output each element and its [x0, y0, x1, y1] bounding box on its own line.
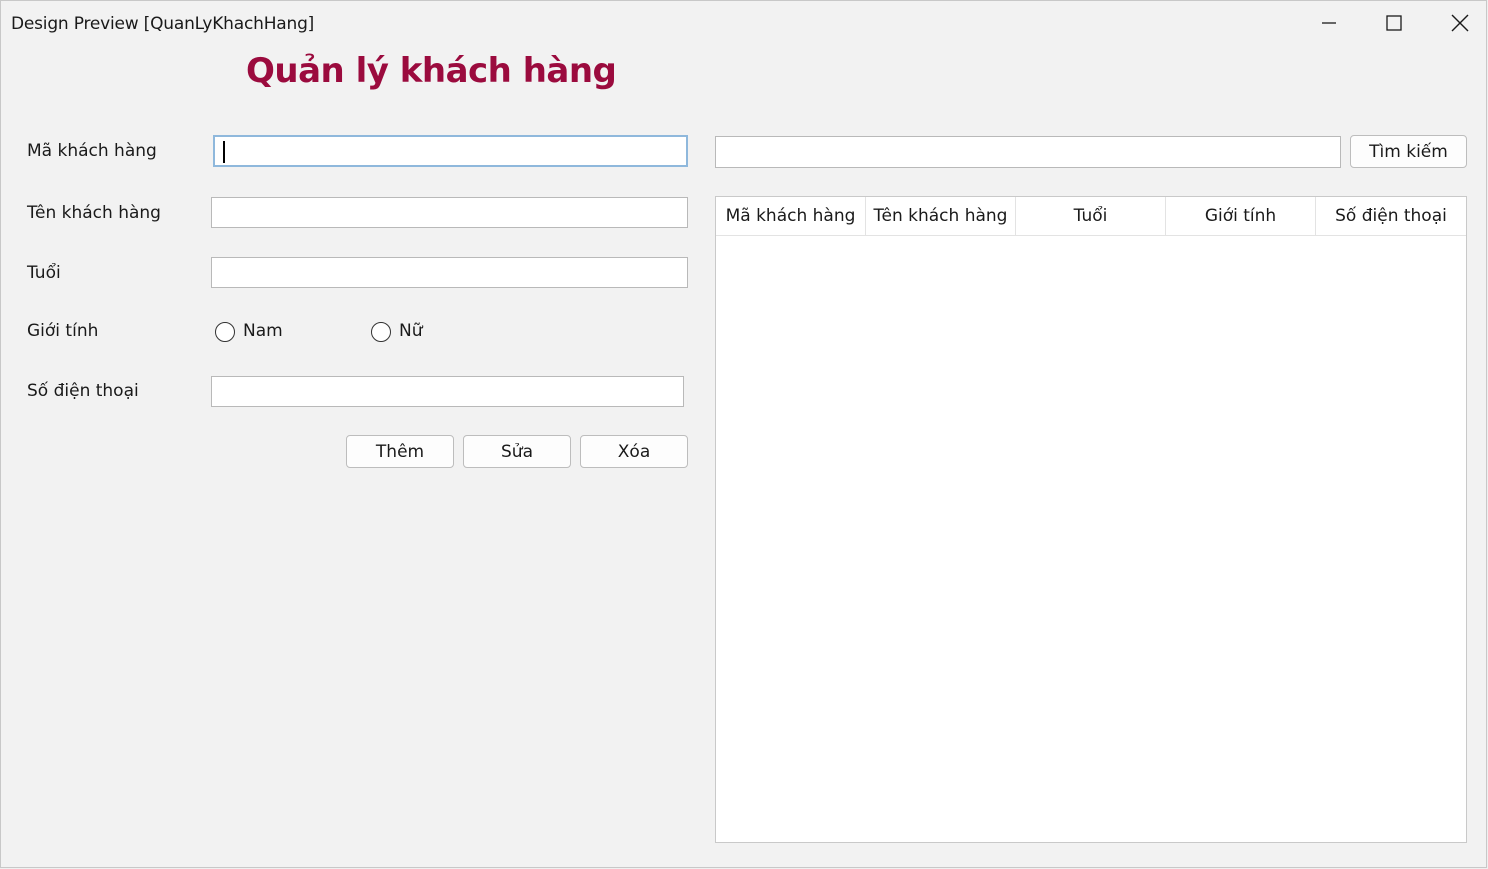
page-title: Quản lý khách hàng [246, 51, 617, 91]
tuoi-input[interactable] [211, 257, 688, 288]
so-dien-thoai-label: Số điện thoại [27, 381, 139, 401]
ten-khach-hang-label: Tên khách hàng [27, 203, 161, 223]
column-header-tuoi[interactable]: Tuổi [1016, 197, 1166, 235]
column-header-ten[interactable]: Tên khách hàng [866, 197, 1016, 235]
search-input[interactable] [715, 136, 1341, 168]
tuoi-label: Tuổi [27, 263, 61, 283]
radio-nu-label[interactable]: Nữ [399, 321, 423, 341]
maximize-icon [1386, 15, 1402, 31]
close-icon [1451, 14, 1469, 32]
column-header-so-dien-thoai[interactable]: Số điện thoại [1316, 197, 1466, 235]
ma-khach-hang-label: Mã khách hàng [27, 141, 157, 161]
radio-nam-label[interactable]: Nam [243, 321, 283, 341]
radio-nam[interactable] [215, 322, 235, 342]
search-button[interactable]: Tìm kiếm [1350, 135, 1467, 168]
them-button[interactable]: Thêm [346, 435, 454, 468]
sua-button[interactable]: Sửa [463, 435, 571, 468]
minimize-icon [1322, 22, 1336, 24]
gioi-tinh-label: Giới tính [27, 321, 99, 341]
column-header-gioi-tinh[interactable]: Giới tính [1166, 197, 1316, 235]
column-header-ma[interactable]: Mã khách hàng [716, 197, 866, 235]
table-header: Mã khách hàng Tên khách hàng Tuổi Giới t… [716, 197, 1466, 236]
close-button[interactable] [1428, 1, 1488, 45]
window-title: Design Preview [QuanLyKhachHang] [11, 14, 315, 34]
so-dien-thoai-input[interactable] [211, 376, 684, 407]
radio-nu[interactable] [371, 322, 391, 342]
ma-khach-hang-input[interactable] [213, 135, 688, 167]
maximize-button[interactable] [1362, 1, 1426, 45]
minimize-button[interactable] [1297, 1, 1361, 45]
ten-khach-hang-input[interactable] [211, 197, 688, 228]
text-caret [223, 141, 225, 163]
main-window: Design Preview [QuanLyKhachHang] Quản lý… [0, 0, 1487, 868]
customer-table[interactable]: Mã khách hàng Tên khách hàng Tuổi Giới t… [715, 196, 1467, 843]
xoa-button[interactable]: Xóa [580, 435, 688, 468]
